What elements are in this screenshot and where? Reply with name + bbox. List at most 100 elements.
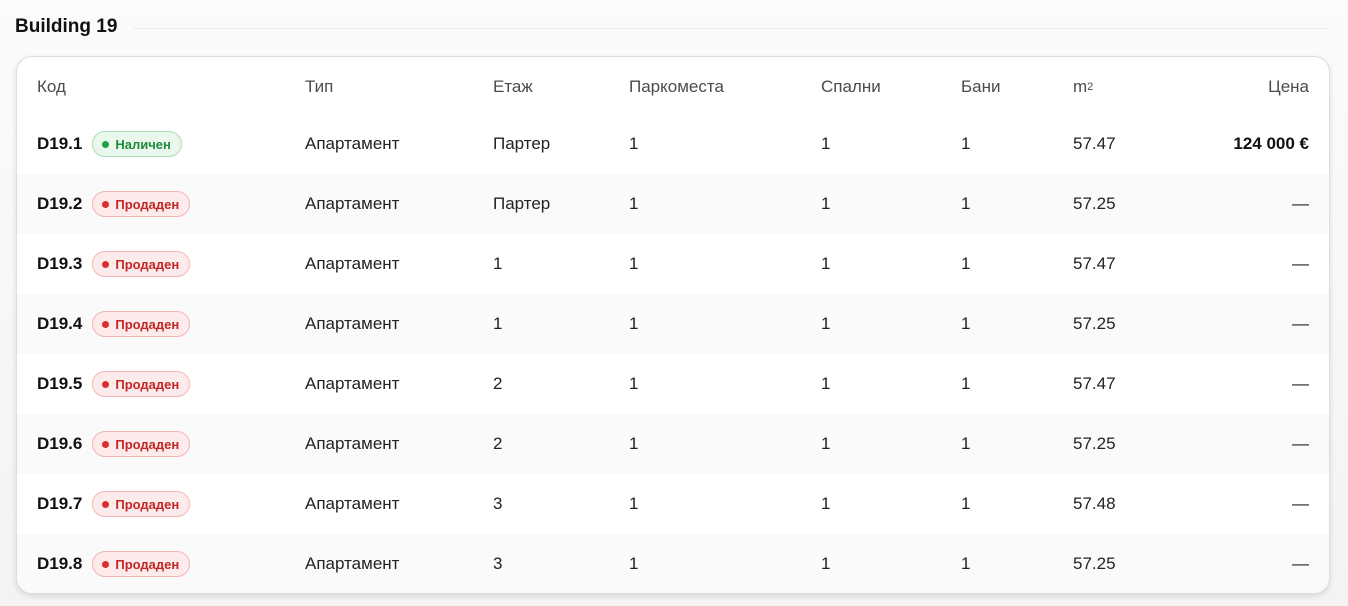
cell-code: D19.4 Продаден bbox=[37, 294, 191, 354]
cell-price: — bbox=[1292, 374, 1309, 393]
cell-bedrooms: 1 bbox=[821, 554, 831, 573]
status-dot-icon bbox=[102, 500, 110, 508]
cell-price: — bbox=[1292, 494, 1309, 513]
cell-bedrooms: 1 bbox=[821, 434, 831, 453]
cell-floor: Партер bbox=[493, 194, 551, 213]
status-label: Продаден bbox=[115, 556, 180, 572]
cell-bedrooms: 1 bbox=[821, 254, 831, 273]
table-row[interactable]: D19.6 Продаден Апартамент 2 1 1 1 57.25 — bbox=[17, 414, 1329, 474]
cell-bedrooms: 1 bbox=[821, 194, 831, 213]
status-dot-icon bbox=[102, 440, 110, 448]
cell-type: Апартамент bbox=[305, 434, 400, 453]
cell-parking: 1 bbox=[629, 314, 639, 333]
cell-parking: 1 bbox=[629, 434, 639, 453]
cell-bathrooms: 1 bbox=[961, 494, 971, 513]
status-badge: Продаден bbox=[92, 491, 191, 517]
cell-bedrooms: 1 bbox=[821, 314, 831, 333]
page: Building 19 Код Тип Етаж Паркоместа Спал… bbox=[0, 0, 1348, 606]
unit-code[interactable]: D19.4 bbox=[37, 314, 82, 334]
status-badge: Продаден bbox=[92, 311, 191, 337]
table-header-row: Код Тип Етаж Паркоместа Спални Бани m2 Ц… bbox=[17, 57, 1329, 117]
unit-code[interactable]: D19.8 bbox=[37, 554, 82, 574]
cell-type: Апартамент bbox=[305, 374, 400, 393]
header-bathrooms[interactable]: Бани bbox=[961, 57, 1001, 117]
status-label: Продаден bbox=[115, 256, 180, 272]
table-row[interactable]: D19.7 Продаден Апартамент 3 1 1 1 57.48 — bbox=[17, 474, 1329, 534]
status-dot-icon bbox=[102, 320, 110, 328]
status-label: Продаден bbox=[115, 196, 180, 212]
table-row[interactable]: D19.3 Продаден Апартамент 1 1 1 1 57.47 — bbox=[17, 234, 1329, 294]
status-badge: Продаден bbox=[92, 191, 191, 217]
unit-code[interactable]: D19.2 bbox=[37, 194, 82, 214]
table-row[interactable]: D19.2 Продаден Апартамент Партер 1 1 1 57.25 — bbox=[17, 174, 1329, 234]
status-label: Продаден bbox=[115, 376, 180, 392]
cell-floor: 3 bbox=[493, 554, 503, 573]
status-dot-icon bbox=[102, 560, 110, 568]
cell-price: — bbox=[1292, 314, 1309, 333]
unit-code[interactable]: D19.5 bbox=[37, 374, 82, 394]
cell-floor: 1 bbox=[493, 314, 503, 333]
status-label: Продаден bbox=[115, 496, 180, 512]
cell-code: D19.1 Наличен bbox=[37, 114, 182, 174]
status-dot-icon bbox=[102, 380, 110, 388]
status-dot-icon bbox=[102, 200, 110, 208]
header-bedrooms[interactable]: Спални bbox=[821, 57, 881, 117]
cell-price: — bbox=[1292, 554, 1309, 573]
cell-area: 57.25 bbox=[1073, 554, 1116, 573]
header-parking[interactable]: Паркоместа bbox=[629, 57, 724, 117]
cell-area: 57.25 bbox=[1073, 194, 1116, 213]
cell-bedrooms: 1 bbox=[821, 494, 831, 513]
status-label: Наличен bbox=[115, 136, 171, 152]
cell-price: — bbox=[1292, 254, 1309, 273]
header-code[interactable]: Код bbox=[37, 57, 66, 117]
status-badge: Наличен bbox=[92, 131, 182, 157]
cell-bathrooms: 1 bbox=[961, 134, 971, 153]
cell-type: Апартамент bbox=[305, 194, 400, 213]
cell-bathrooms: 1 bbox=[961, 254, 971, 273]
header-type[interactable]: Тип bbox=[305, 57, 333, 117]
cell-type: Апартамент bbox=[305, 494, 400, 513]
cell-price: — bbox=[1292, 434, 1309, 453]
cell-type: Апартамент bbox=[305, 254, 400, 273]
cell-area: 57.25 bbox=[1073, 314, 1116, 333]
table-row[interactable]: D19.1 Наличен Апартамент Партер 1 1 1 57.47 124 … bbox=[17, 114, 1329, 174]
table-row[interactable]: D19.4 Продаден Апартамент 1 1 1 1 57.25 — bbox=[17, 294, 1329, 354]
header-price[interactable]: Цена bbox=[1268, 57, 1309, 117]
cell-area: 57.48 bbox=[1073, 494, 1116, 513]
cell-floor: 1 bbox=[493, 254, 503, 273]
status-badge: Продаден bbox=[92, 551, 191, 577]
cell-code: D19.6 Продаден bbox=[37, 414, 191, 474]
cell-code: D19.3 Продаден bbox=[37, 234, 191, 294]
cell-floor: 2 bbox=[493, 374, 503, 393]
cell-code: D19.5 Продаден bbox=[37, 354, 191, 414]
status-badge: Продаден bbox=[92, 431, 191, 457]
cell-price: — bbox=[1292, 194, 1309, 213]
cell-bedrooms: 1 bbox=[821, 134, 831, 153]
header-area[interactable]: m2 bbox=[1073, 57, 1093, 117]
cell-parking: 1 bbox=[629, 134, 639, 153]
unit-code[interactable]: D19.3 bbox=[37, 254, 82, 274]
units-table: Код Тип Етаж Паркоместа Спални Бани m2 Ц… bbox=[16, 56, 1330, 594]
cell-parking: 1 bbox=[629, 374, 639, 393]
unit-code[interactable]: D19.1 bbox=[37, 134, 82, 154]
status-label: Продаден bbox=[115, 436, 180, 452]
cell-bedrooms: 1 bbox=[821, 374, 831, 393]
cell-parking: 1 bbox=[629, 554, 639, 573]
section-divider bbox=[133, 27, 1328, 29]
cell-area: 57.47 bbox=[1073, 254, 1116, 273]
status-label: Продаден bbox=[115, 316, 180, 332]
cell-floor: 2 bbox=[493, 434, 503, 453]
cell-bathrooms: 1 bbox=[961, 374, 971, 393]
table-row[interactable]: D19.8 Продаден Апартамент 3 1 1 1 57.25 — bbox=[17, 534, 1329, 593]
cell-area: 57.25 bbox=[1073, 434, 1116, 453]
cell-type: Апартамент bbox=[305, 314, 400, 333]
cell-area: 57.47 bbox=[1073, 134, 1116, 153]
header-floor[interactable]: Етаж bbox=[493, 57, 533, 117]
unit-code[interactable]: D19.6 bbox=[37, 434, 82, 454]
cell-code: D19.2 Продаден bbox=[37, 174, 191, 234]
cell-parking: 1 bbox=[629, 254, 639, 273]
unit-code[interactable]: D19.7 bbox=[37, 494, 82, 514]
table-row[interactable]: D19.5 Продаден Апартамент 2 1 1 1 57.47 — bbox=[17, 354, 1329, 414]
status-badge: Продаден bbox=[92, 371, 191, 397]
cell-bathrooms: 1 bbox=[961, 314, 971, 333]
